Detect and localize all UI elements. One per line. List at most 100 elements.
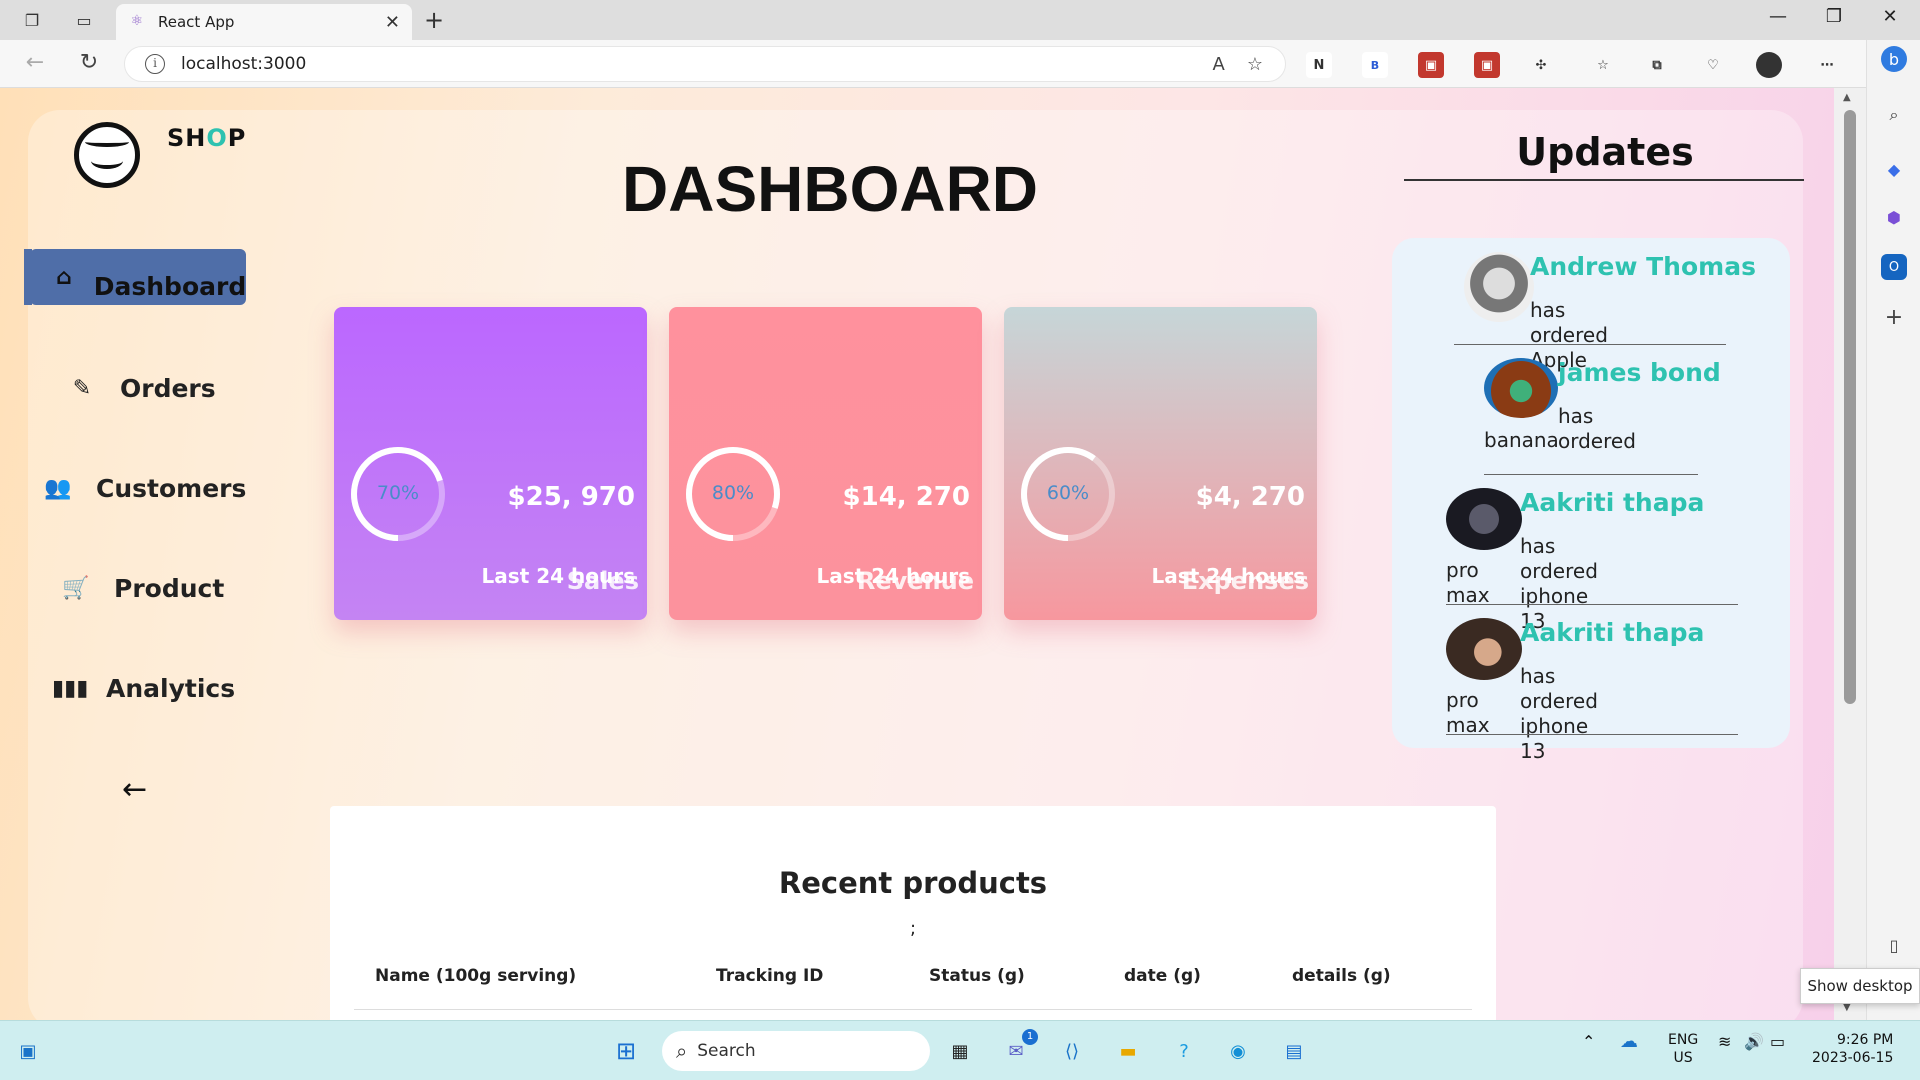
stat-card-expenses[interactable]: 60% $4, 270 Expenses Last 24 hours — [1004, 307, 1317, 620]
bing-extension-icon[interactable]: B — [1362, 52, 1388, 78]
shop-logo — [74, 122, 140, 188]
avatar — [1464, 252, 1534, 322]
avatar — [1446, 488, 1522, 550]
extension-red-icon[interactable]: ▣ — [1418, 52, 1444, 78]
card-amount: $25, 970 — [507, 482, 635, 512]
cart-icon: 🛒 — [62, 575, 90, 601]
restore-button[interactable]: ❐ — [1814, 6, 1854, 27]
collections-icon[interactable]: ⧉ — [1644, 52, 1670, 78]
update-text: pro max — [1446, 558, 1490, 607]
page-title: DASHBOARD — [622, 153, 1038, 225]
extensions-puzzle-icon[interactable]: ✣ — [1528, 52, 1554, 78]
windows-taskbar: ▣ ⊞ ⌕ Search ▦ ✉ 1 ⟨⟩ ▬ ? ◉ ▤ ⌃ ☁ ENG US … — [0, 1020, 1920, 1080]
refresh-icon[interactable]: ↻ — [74, 50, 104, 75]
office-icon[interactable]: ⬢ — [1881, 204, 1907, 230]
stray-semicolon: ; — [909, 918, 917, 939]
back-icon[interactable]: ← — [20, 50, 50, 75]
favorite-star-icon[interactable]: ☆ — [1247, 54, 1263, 75]
favorites-icon[interactable]: ☆ — [1590, 52, 1616, 78]
updates-divider — [1404, 179, 1804, 181]
update-text: pro max — [1446, 688, 1490, 737]
card-period: Last 24 hours — [481, 564, 635, 588]
card-amount: $4, 270 — [1195, 482, 1305, 512]
address-bar[interactable]: i localhost:3000 A ☆ — [124, 46, 1286, 82]
page-scrollbar[interactable]: ▲ ▼ — [1834, 88, 1866, 1020]
update-text: has ordered — [1558, 404, 1636, 453]
shopping-tag-icon[interactable]: ◆ — [1881, 156, 1907, 182]
avatar — [1446, 618, 1522, 680]
bar-chart-icon: ▮▮▮ — [52, 675, 89, 701]
tray-overflow-icon[interactable]: ⌃ — [1582, 1033, 1595, 1051]
read-aloud-icon[interactable]: A — [1213, 54, 1225, 75]
add-sidebar-item-icon[interactable]: + — [1881, 304, 1907, 330]
update-name: james bond — [1558, 358, 1721, 387]
users-icon: 👥 — [44, 475, 72, 501]
tab-actions-icon[interactable]: ▭ — [72, 8, 96, 32]
column-header-status: Status (g) — [929, 966, 1025, 986]
tab-react-app[interactable]: ⚛ React App ✕ — [116, 4, 412, 40]
update-text: banana — [1484, 428, 1559, 452]
taskbar-search-label: Search — [697, 1041, 756, 1061]
onedrive-icon[interactable]: ☁ — [1620, 1033, 1638, 1051]
update-text: has ordered iphone 13 — [1520, 664, 1598, 763]
update-name: Andrew Thomas — [1530, 252, 1756, 281]
taskbar-search[interactable]: ⌕ Search — [662, 1031, 930, 1071]
page-viewport: SHOP ⌂ Dashboard ✎ Orders 👥 Customers 🛒 … — [0, 88, 1834, 1020]
show-desktop-tooltip: Show desktop — [1800, 968, 1920, 1004]
notion-extension-icon[interactable]: N — [1306, 52, 1332, 78]
react-icon: ⚛ — [130, 13, 144, 29]
widgets-icon[interactable]: ▣ — [12, 1035, 44, 1067]
brand-name: SHOP — [167, 124, 247, 152]
copilot-icon[interactable]: b — [1881, 46, 1907, 72]
sidebar-item-label: Dashboard — [93, 271, 247, 301]
file-explorer-icon[interactable]: ▬ — [1112, 1035, 1144, 1067]
chat-badge: 1 — [1022, 1029, 1038, 1045]
search-icon[interactable]: ⌕ — [1881, 102, 1907, 128]
profile-avatar[interactable] — [1756, 52, 1782, 78]
outlook-icon[interactable]: O — [1881, 254, 1907, 280]
recent-products-title: Recent products — [778, 866, 1048, 900]
sidebar-item-label: Orders — [120, 373, 216, 403]
workspaces-icon[interactable]: ❐ — [20, 8, 44, 32]
teams-chat-icon[interactable]: ✉ 1 — [1000, 1029, 1038, 1067]
sidebar-item-dashboard[interactable]: ⌂ Dashboard — [24, 249, 247, 305]
update-name: Aakriti thapa — [1520, 488, 1705, 517]
progress-percent: 70% — [376, 482, 420, 504]
performance-icon[interactable]: ♡ — [1700, 52, 1726, 78]
help-icon[interactable]: ? — [1168, 1035, 1200, 1067]
wifi-icon[interactable]: ≋ — [1718, 1033, 1731, 1051]
battery-icon[interactable]: ▭ — [1770, 1033, 1785, 1051]
collapse-arrow-icon[interactable]: ← — [122, 772, 147, 807]
sidebar-item-label: Analytics — [106, 673, 236, 703]
stat-card-sales[interactable]: 70% $25, 970 Sales Last 24 hours — [334, 307, 647, 620]
edge-icon[interactable]: ◉ — [1222, 1035, 1254, 1067]
new-tab-button[interactable]: + — [424, 6, 444, 34]
sidebar-item-analytics[interactable]: ▮▮▮ Analytics — [52, 660, 268, 716]
close-window-button[interactable]: ✕ — [1870, 6, 1910, 27]
address-toolbar: ← ↻ i localhost:3000 A ☆ N B ▣ ▣ ✣ ☆ ⧉ ♡… — [0, 40, 1920, 88]
sidebar-item-orders[interactable]: ✎ Orders — [66, 360, 282, 416]
home-icon: ⌂ — [56, 264, 72, 290]
sidebar-toggle-icon[interactable]: ▯ — [1881, 932, 1907, 958]
site-info-icon[interactable]: i — [145, 54, 165, 74]
clock[interactable]: 9:26 PM 2023-06-15 — [1812, 1031, 1893, 1067]
close-tab-icon[interactable]: ✕ — [385, 12, 400, 33]
minimize-button[interactable]: — — [1758, 6, 1798, 27]
stat-card-revenue[interactable]: 80% $14, 270 Revenue Last 24 hours — [669, 307, 982, 620]
volume-icon[interactable]: 🔊 — [1744, 1033, 1764, 1051]
search-icon: ⌕ — [676, 1039, 688, 1063]
sidebar-item-customers[interactable]: 👥 Customers — [42, 460, 258, 516]
vscode-icon[interactable]: ⟨⟩ — [1056, 1035, 1088, 1067]
updates-panel: Andrew Thomas has ordered Apple james bo… — [1392, 238, 1790, 763]
start-icon[interactable]: ⊞ — [610, 1035, 642, 1067]
extension-red-2-icon[interactable]: ▣ — [1474, 52, 1500, 78]
store-icon[interactable]: ▤ — [1278, 1035, 1310, 1067]
column-header-details: details (g) — [1292, 966, 1391, 986]
language-indicator[interactable]: ENG US — [1668, 1031, 1698, 1067]
task-view-icon[interactable]: ▦ — [944, 1035, 976, 1067]
card-period: Last 24 hours — [816, 564, 970, 588]
more-options-icon[interactable]: ⋯ — [1814, 52, 1840, 78]
table-header-divider — [354, 1009, 1472, 1010]
sidebar-item-product[interactable]: 🛒 Product — [60, 560, 276, 616]
scrollbar-thumb[interactable] — [1844, 110, 1856, 704]
